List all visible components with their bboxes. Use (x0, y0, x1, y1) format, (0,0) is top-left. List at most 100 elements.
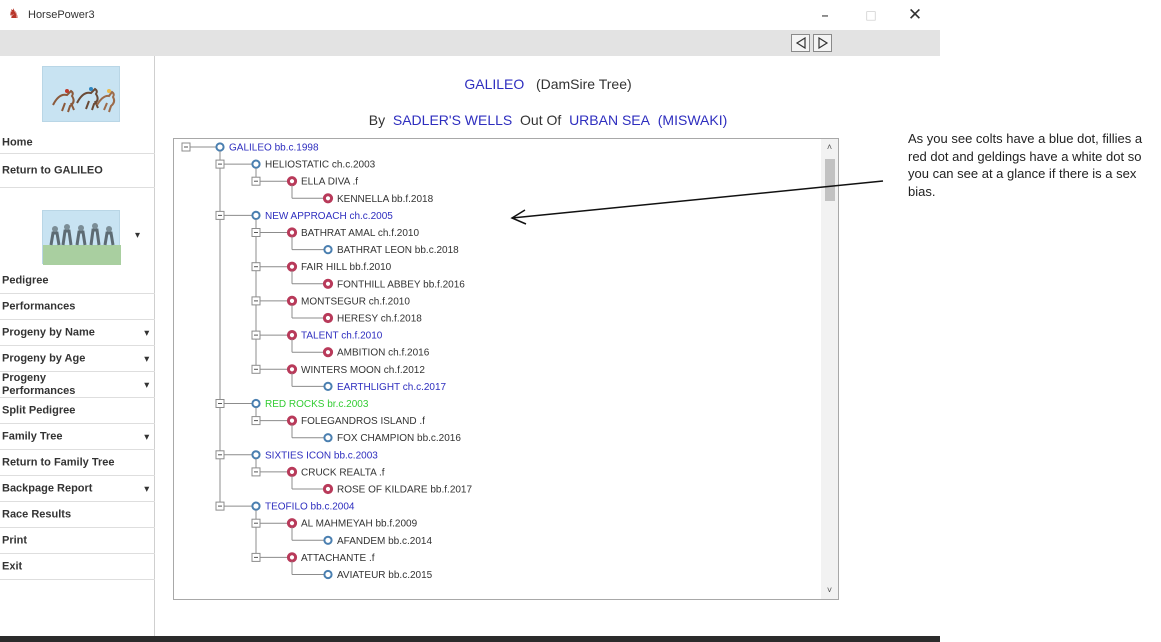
tree-canvas: GALILEO bb.c.1998 HELIOSTATIC ch.c.2003 EL… (181, 142, 472, 581)
colt-dot-icon (323, 245, 333, 255)
tree-node-label[interactable]: TALENT ch.f.2010 (301, 331, 383, 342)
vertical-scrollbar[interactable]: ˄ ˅ (821, 139, 838, 599)
colt-dot-icon (251, 398, 261, 409)
chevron-down-icon[interactable]: ▾ (144, 483, 149, 494)
tree-node-label[interactable]: BATHRAT AMAL ch.f.2010 (301, 228, 419, 239)
tree-node-label[interactable]: MONTSEGUR ch.f.2010 (301, 296, 410, 307)
sidebar-item-return-to-family-tree[interactable]: Return to Family Tree (0, 450, 155, 476)
tree-node-label[interactable]: HERESY ch.f.2018 (337, 314, 422, 325)
tree-node-label[interactable]: AVIATEUR bb.c.2015 (337, 570, 433, 581)
previous-button[interactable] (791, 34, 810, 52)
tree-node-label[interactable]: FOLEGANDROS ISLAND .f (301, 416, 425, 427)
sidebar-item-label: Family Tree (2, 430, 63, 442)
parentage-line: By SADLER'S WELLS Out Of URBAN SEA (MISW… (156, 112, 940, 128)
close-button[interactable]: ✕ (900, 4, 930, 26)
filly-dot-icon (286, 466, 298, 477)
tree-node-label[interactable]: RED ROCKS br.c.2003 (265, 399, 369, 410)
horse-name[interactable]: GALILEO (464, 76, 524, 92)
colt-dot-icon (251, 210, 261, 221)
tree-node-label[interactable]: AFANDEM bb.c.2014 (337, 536, 432, 547)
taskbar-strip (0, 636, 940, 642)
tree-node-label[interactable]: BATHRAT LEON bb.c.2018 (337, 245, 459, 256)
tree-node-label[interactable]: FOX CHAMPION bb.c.2016 (337, 433, 461, 444)
scroll-up-arrow-icon[interactable]: ˄ (821, 139, 838, 156)
filly-dot-icon (322, 312, 334, 324)
toolbar (0, 30, 940, 56)
sidebar-item-pedigree[interactable]: Pedigree (0, 268, 155, 294)
tree-node-label[interactable]: ATTACHANTE .f (301, 553, 375, 564)
maximize-button[interactable]: □ (856, 4, 886, 26)
tree-node-label[interactable]: SIXTIES ICON bb.c.2003 (265, 450, 378, 461)
tree-node-label[interactable]: ELLA DIVA .f (301, 177, 358, 188)
horsepower-window: ♞ HorsePower3 – □ ✕ ▾ Home Return to GAL… (0, 0, 940, 642)
chevron-down-icon[interactable]: ▾ (144, 353, 149, 364)
sidebar-item-progeny-performances[interactable]: Progeny Performances ▾ (0, 372, 155, 398)
annotation-note: As you see colts have a blue dot, fillie… (908, 131, 1143, 199)
sidebar-item-label: Return to Family Tree (2, 456, 115, 468)
sidebar: ▾ Home Return to GALILEO Pedigree Performan… (0, 56, 155, 642)
by-label: By (368, 112, 386, 128)
sidebar-item-return-to-galileo[interactable]: Return to GALILEO (0, 154, 155, 188)
tree-node-label[interactable]: FONTHILL ABBEY bb.f.2016 (337, 279, 465, 290)
chevron-down-icon[interactable]: ▾ (135, 230, 140, 241)
chevron-down-icon[interactable]: ▾ (144, 327, 149, 338)
sidebar-item-label: Home (2, 136, 33, 148)
tree-node-label[interactable]: KENNELLA bb.f.2018 (337, 194, 434, 205)
tree-node-label[interactable]: AL MAHMEYAH bb.f.2009 (301, 519, 418, 530)
tree-node-label[interactable]: WINTERS MOON ch.f.2012 (301, 365, 425, 376)
sidebar-item-backpage-report[interactable]: Backpage Report ▾ (0, 476, 155, 502)
horsepower-logo (42, 66, 120, 122)
tree-node-label[interactable]: GALILEO bb.c.1998 (229, 143, 319, 154)
filly-dot-icon (286, 295, 298, 306)
colt-dot-icon (323, 535, 333, 545)
sidebar-item-label: Exit (2, 560, 23, 572)
chevron-down-icon[interactable]: ▾ (144, 431, 149, 442)
sidebar-item-label: Performances (2, 300, 76, 312)
horses-field-image[interactable] (42, 210, 121, 265)
colt-dot-icon (323, 433, 333, 443)
colt-dot-icon (323, 569, 333, 580)
sidebar-item-family-tree[interactable]: Family Tree ▾ (0, 424, 155, 450)
scroll-thumb[interactable] (825, 159, 835, 201)
damsire-tree-view[interactable]: GALILEO bb.c.1998 HELIOSTATIC ch.c.2003 EL… (173, 138, 839, 600)
main-panel: GALILEO (DamSire Tree) By SADLER'S WELLS… (156, 56, 940, 642)
tree-type: (DamSire Tree) (535, 76, 632, 92)
filly-dot-icon (322, 347, 334, 358)
sidebar-item-print[interactable]: Print (0, 528, 155, 554)
tree-node-label[interactable]: EARTHLIGHT ch.c.2017 (337, 382, 447, 393)
sidebar-item-performances[interactable]: Performances (0, 294, 155, 320)
tree-node-label[interactable]: NEW APPROACH ch.c.2005 (265, 211, 393, 222)
dam-link[interactable]: URBAN SEA (569, 112, 650, 128)
filly-dot-icon (286, 552, 298, 563)
sidebar-item-label: Progeny by Age (2, 352, 86, 364)
sidebar-item-label: Pedigree (2, 274, 49, 286)
sidebar-item-split-pedigree[interactable]: Split Pedigree (0, 398, 155, 424)
tree-node-label[interactable]: ROSE OF KILDARE bb.f.2017 (337, 485, 472, 496)
next-button[interactable] (813, 34, 832, 52)
sidebar-item-exit[interactable]: Exit (0, 554, 155, 580)
sidebar-item-label: Progeny Performances (2, 371, 76, 397)
tree-node-label[interactable]: CRUCK REALTA .f (301, 467, 385, 478)
tree-node-label[interactable]: AMBITION ch.f.2016 (337, 348, 430, 359)
sire-link[interactable]: SADLER'S WELLS (393, 112, 512, 128)
page-title: GALILEO (DamSire Tree) (156, 76, 940, 92)
filly-dot-icon (286, 176, 298, 187)
colt-dot-icon (251, 450, 261, 460)
filly-dot-icon (286, 415, 298, 426)
sidebar-item-label: Progeny by Name (2, 326, 95, 338)
sidebar-item-label: Print (2, 534, 28, 546)
tree-node-label[interactable]: HELIOSTATIC ch.c.2003 (265, 160, 376, 171)
sidebar-item-race-results[interactable]: Race Results (0, 502, 155, 528)
sidebar-item-label: Split Pedigree (2, 404, 76, 416)
chevron-down-icon[interactable]: ▾ (144, 379, 149, 390)
filly-dot-icon (286, 330, 298, 341)
scroll-down-arrow-icon[interactable]: ˅ (821, 582, 838, 599)
minimize-button[interactable]: – (810, 4, 840, 26)
tree-node-label[interactable]: FAIR HILL bb.f.2010 (301, 262, 392, 273)
triangle-left-icon (795, 37, 806, 49)
sidebar-item-home[interactable]: Home (0, 132, 155, 154)
sidebar-item-progeny-by-name[interactable]: Progeny by Name ▾ (0, 320, 155, 346)
sidebar-item-progeny-by-age[interactable]: Progeny by Age ▾ (0, 346, 155, 372)
tree-node-label[interactable]: TEOFILO bb.c.2004 (265, 502, 355, 513)
dam-sire-link[interactable]: (MISWAKI) (658, 112, 727, 128)
